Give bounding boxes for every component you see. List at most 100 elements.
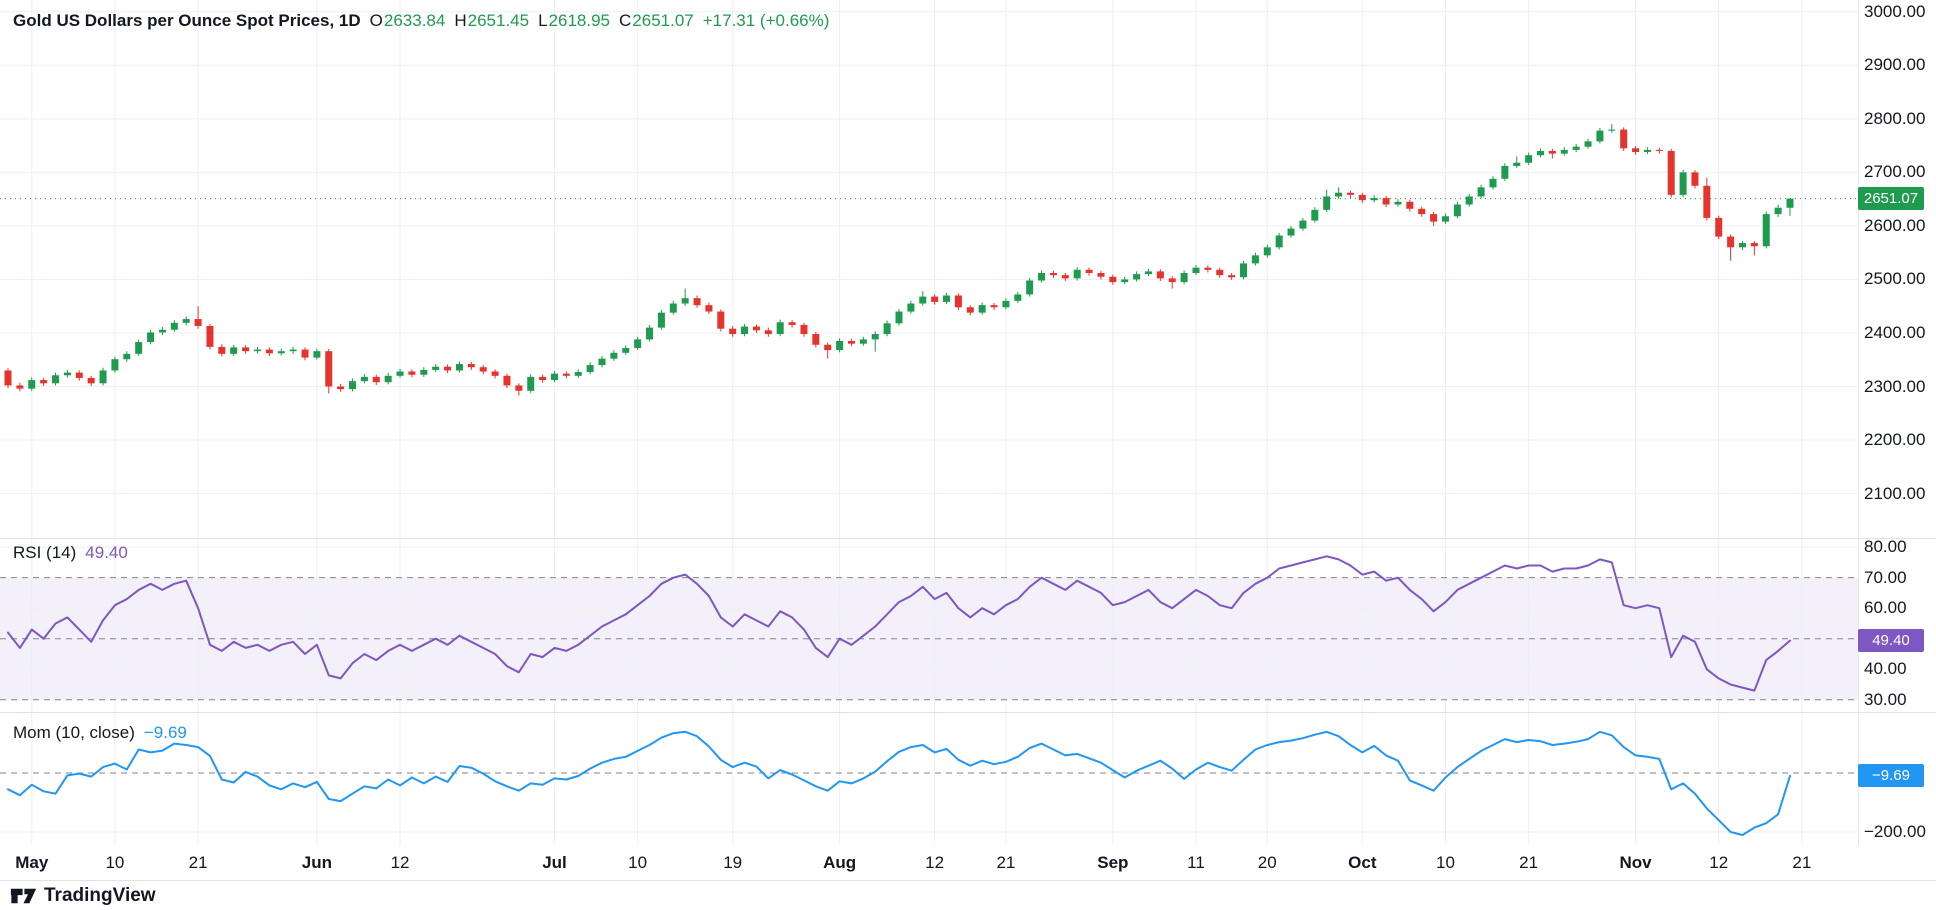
candle-up <box>551 371 558 382</box>
candle-down <box>1727 234 1734 260</box>
candle-up <box>1038 270 1045 282</box>
time-axis-label: 10 <box>105 853 124 873</box>
high-value: 2651.45 <box>468 11 529 31</box>
time-axis-label: 20 <box>1258 853 1277 873</box>
time-axis-label: 21 <box>189 853 208 873</box>
price-axis-label: 2800.00 <box>1864 109 1925 129</box>
time-axis-label: May <box>15 853 48 873</box>
tradingview-brand-text[interactable]: TradingView <box>44 885 156 907</box>
time-axis-label: Oct <box>1348 853 1376 873</box>
price-axis-label: 2100.00 <box>1864 484 1925 504</box>
time-axis-label: Nov <box>1619 853 1651 873</box>
candle-up <box>658 310 665 330</box>
rsi-axis-label: 30.00 <box>1864 690 1907 710</box>
candle-up <box>1596 128 1603 144</box>
attribution-bar: TradingView <box>10 881 156 910</box>
candle-down <box>848 339 855 346</box>
candle-up <box>1394 199 1401 206</box>
close-prefix: C <box>619 11 631 31</box>
tradingview-logo-icon[interactable] <box>10 885 37 907</box>
candle-up <box>1252 253 1259 266</box>
price-axis-label: 2600.00 <box>1864 216 1925 236</box>
candle-down <box>717 309 724 331</box>
open-prefix: O <box>370 11 383 31</box>
candle-up <box>159 327 166 335</box>
candle-up <box>278 348 285 355</box>
candle-up <box>943 293 950 304</box>
change-value: +17.31 (+0.66%) <box>703 11 830 31</box>
chart-plot-area[interactable] <box>0 0 1858 845</box>
candle-up <box>349 378 356 391</box>
candle-up <box>622 345 629 355</box>
candle-down <box>1703 178 1710 221</box>
candle-down <box>1086 268 1093 276</box>
candle-up <box>1074 267 1081 280</box>
candle-down <box>88 376 95 386</box>
time-axis-label: 21 <box>1792 853 1811 873</box>
candle-up <box>254 347 261 353</box>
main-legend: Gold US Dollars per Ounce Spot Prices, 1… <box>13 11 829 31</box>
candle-down <box>991 303 998 310</box>
candle-up <box>64 370 71 377</box>
candle-up <box>1014 292 1021 303</box>
candle-up <box>1525 153 1532 165</box>
price-axis-label: 2700.00 <box>1864 162 1925 182</box>
candle-up <box>1454 202 1461 219</box>
candle-down <box>1751 241 1758 255</box>
candle-down <box>729 326 736 337</box>
candle-down <box>373 375 380 385</box>
candle-up <box>1323 190 1330 212</box>
time-axis[interactable]: May1021Jun12Jul1019Aug1221Sep1120Oct1021… <box>0 845 1936 880</box>
time-axis-label: Aug <box>823 853 856 873</box>
open-value: 2633.84 <box>384 11 445 31</box>
rsi-pane[interactable] <box>0 538 1858 712</box>
time-axis-label: 11 <box>1187 853 1205 873</box>
price-axis-divider <box>1858 0 1859 845</box>
candle-up <box>587 362 594 374</box>
main-price-pane[interactable] <box>0 0 1858 538</box>
candle-up <box>979 302 986 314</box>
candle-down <box>40 378 47 386</box>
chart-bottom-edge <box>0 880 1936 881</box>
candle-down <box>1216 268 1223 278</box>
mom-current-value: −9.69 <box>144 723 187 743</box>
candle-up <box>1644 147 1651 154</box>
candle-up <box>123 351 130 362</box>
candle-up <box>1490 176 1497 189</box>
rsi-indicator-name: RSI (14) <box>13 543 76 563</box>
time-axis-label: 10 <box>628 853 647 873</box>
candle-up <box>313 348 320 359</box>
mom-legend: Mom (10, close) −9.69 <box>13 723 187 743</box>
candle-up <box>1264 245 1271 258</box>
candle-up <box>1513 156 1520 168</box>
candle-down <box>563 372 570 379</box>
candle-down <box>539 375 546 383</box>
mom-value-badge: −9.69 <box>1858 764 1924 787</box>
candle-up <box>1240 261 1247 280</box>
candle-down <box>1620 127 1627 151</box>
candle-down <box>480 365 487 374</box>
candle-up <box>1371 195 1378 202</box>
high-prefix: H <box>454 11 466 31</box>
candle-down <box>1228 273 1235 280</box>
candle-down <box>1097 271 1104 280</box>
candle-up <box>682 289 689 306</box>
pane-divider[interactable] <box>0 538 1936 539</box>
rsi-axis-label: 70.00 <box>1864 568 1907 588</box>
time-axis-label: 12 <box>391 853 410 873</box>
candle-up <box>575 369 582 378</box>
momentum-pane[interactable] <box>0 712 1858 845</box>
mom-indicator-name: Mom (10, close) <box>13 723 135 743</box>
candle-down <box>242 345 249 354</box>
candle-up <box>1775 205 1782 217</box>
rsi-legend: RSI (14) 49.40 <box>13 543 128 563</box>
candle-up <box>1181 270 1188 284</box>
candle-up <box>1121 277 1128 284</box>
rsi-value-badge: 49.40 <box>1858 629 1924 652</box>
low-value: 2618.95 <box>549 11 610 31</box>
pane-divider[interactable] <box>0 712 1936 713</box>
ohlc-high: H 2651.45 <box>454 11 529 31</box>
candle-down <box>5 368 12 388</box>
candle-up <box>1311 207 1318 223</box>
candle-up <box>1787 198 1794 215</box>
